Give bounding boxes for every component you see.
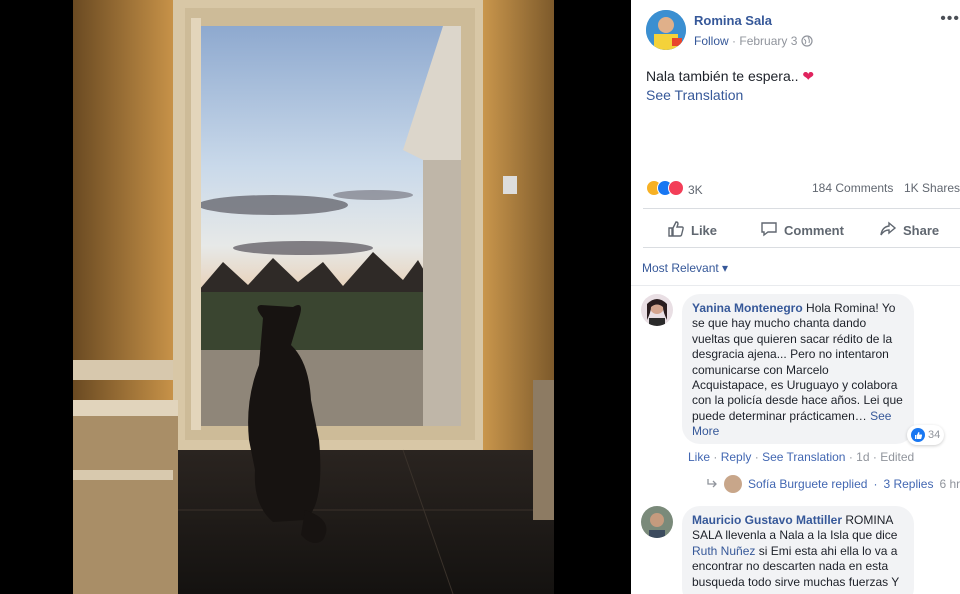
reply-author: Sofía Burguete replied (748, 477, 867, 491)
separator: · (848, 450, 853, 464)
comment-filter-dropdown[interactable]: Most Relevant ▾ (642, 261, 728, 275)
comment-see-translation-link[interactable]: See Translation (762, 450, 845, 464)
commenter-avatar[interactable] (641, 294, 673, 326)
photo-viewer (0, 0, 631, 594)
comment-actions: Like · Reply · See Translation · 1d · Ed… (688, 450, 914, 464)
post-date[interactable]: February 3 (739, 34, 797, 48)
post-panel: Romina Sala Follow · February 3 ••• Nala… (631, 0, 960, 594)
comment-text: Hola Romina! Yo se que hay mucho chanta … (692, 301, 903, 423)
replies-summary[interactable]: Sofía Burguete replied · 3 Replies 6 hrs (706, 475, 960, 493)
globe-icon (801, 35, 813, 50)
share-button[interactable]: Share (879, 220, 939, 241)
replied-text: replied (831, 477, 868, 491)
share-arrow-icon (879, 220, 897, 241)
post-text: Nala también te espera.. ❤ (646, 68, 814, 85)
commenter-avatar[interactable] (641, 506, 673, 538)
filter-label: Most Relevant (642, 261, 719, 275)
separator: · (754, 450, 759, 464)
post-header: Romina Sala Follow · February 3 ••• (631, 0, 960, 60)
comment-label: Comment (784, 223, 844, 238)
comment-reaction-count: 34 (928, 429, 941, 441)
mention-link[interactable]: Ruth Nuñez (692, 544, 755, 558)
comment-like-link[interactable]: Like (688, 450, 710, 464)
follow-link[interactable]: Follow (694, 34, 729, 48)
see-translation-link[interactable]: See Translation (646, 87, 743, 103)
commenter-name[interactable]: Mauricio Gustavo Mattiller (692, 513, 842, 527)
comment-bubble: Mauricio Gustavo Mattiller ROMINA SALA l… (682, 506, 914, 594)
post-photo[interactable] (73, 0, 554, 594)
comments-count[interactable]: 184 Comments (812, 181, 893, 195)
photo-image (73, 0, 554, 594)
post-meta: Follow · February 3 (694, 34, 813, 50)
post-body: Nala también te espera.. (646, 68, 799, 84)
heart-emoji-icon: ❤ (802, 68, 815, 84)
like-button[interactable]: Like (667, 220, 717, 241)
share-label: Share (903, 223, 940, 238)
comment-reply-link[interactable]: Reply (721, 450, 752, 464)
comment-time[interactable]: 1d (856, 450, 869, 464)
post-stats: 3K 184 Comments 1K Shares (646, 178, 960, 198)
reply-time: 6 hrs (939, 477, 960, 491)
post-actions: Like Comment Share (643, 208, 960, 248)
more-options-icon[interactable]: ••• (940, 10, 960, 28)
separator: · (872, 450, 877, 464)
reaction-count[interactable]: 3K (688, 183, 703, 197)
separator: · (873, 477, 878, 491)
comment-bubble: Yanina Montenegro Hola Romina! Yo se que… (682, 294, 914, 444)
meta-separator: · (732, 34, 737, 48)
reply-author-name: Sofía Burguete (748, 477, 829, 491)
reply-count[interactable]: 3 Replies (883, 477, 933, 491)
comment-button[interactable]: Comment (760, 220, 844, 241)
author-avatar[interactable] (646, 10, 686, 50)
like-label: Like (691, 223, 718, 238)
comment-reactions[interactable]: 34 (907, 425, 945, 445)
comment-bubble-icon (760, 220, 778, 241)
divider (631, 285, 960, 286)
chevron-down-icon: ▾ (722, 261, 729, 275)
author-name[interactable]: Romina Sala (694, 13, 772, 28)
reply-author-avatar (724, 475, 742, 493)
shares-count[interactable]: 1K Shares (904, 181, 960, 195)
comment-edited[interactable]: Edited (880, 450, 914, 464)
like-reaction-icon (911, 428, 925, 442)
commenter-name[interactable]: Yanina Montenegro (692, 301, 803, 315)
separator: · (713, 450, 718, 464)
love-reaction-icon (668, 180, 684, 196)
thumbs-up-icon (667, 220, 685, 241)
reply-arrow-icon (706, 477, 718, 492)
